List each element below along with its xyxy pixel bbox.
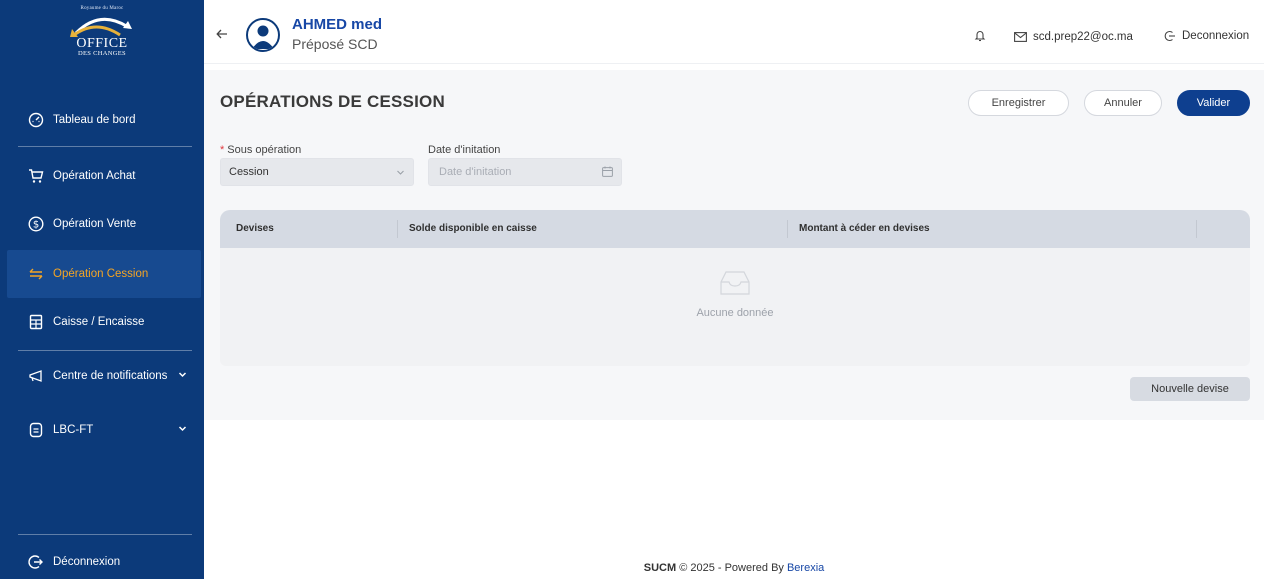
document-icon xyxy=(27,421,45,439)
sidebar-item-label: Opération Cession xyxy=(53,268,149,280)
back-arrow-icon[interactable] xyxy=(216,28,228,43)
logout-icon xyxy=(1164,30,1175,42)
sidebar-item-lbc-ft[interactable]: LBC-FT xyxy=(7,406,201,454)
logo-kingdom-text: Royaume du Maroc xyxy=(80,6,124,11)
sidebar-divider xyxy=(18,350,192,351)
mail-icon xyxy=(1014,32,1027,42)
user-role: Préposé SCD xyxy=(292,36,378,52)
logo-office-text: OFFICE xyxy=(76,36,128,51)
footer-copyright: © 2025 - Powered By xyxy=(679,562,784,574)
top-header: AHMED med Préposé SCD scd.prep22@oc.ma D… xyxy=(204,6,1264,64)
calendar-icon xyxy=(602,166,613,180)
sidebar-item-label: Tableau de bord xyxy=(53,114,136,126)
column-header-montant: Montant à céder en devises xyxy=(799,223,930,234)
user-avatar xyxy=(246,18,280,52)
required-marker: * xyxy=(220,144,225,156)
sidebar-item-operation-vente[interactable]: $ Opération Vente xyxy=(7,200,201,248)
footer-app-name: SUCM xyxy=(643,562,677,574)
sidebar-item-centre-de-notifications[interactable]: Centre de notifications xyxy=(7,352,201,400)
sidebar-item-operation-achat[interactable]: Opération Achat xyxy=(7,152,201,200)
user-email-link[interactable]: scd.prep22@oc.ma xyxy=(1014,31,1133,43)
validate-button[interactable]: Valider xyxy=(1177,90,1250,116)
date-label: Date d'initation xyxy=(428,144,501,156)
sidebar-item-tableau-de-bord[interactable]: Tableau de bord xyxy=(7,96,201,144)
header-logout-label: Deconnexion xyxy=(1182,30,1250,42)
svg-text:$: $ xyxy=(33,220,39,231)
logout-icon xyxy=(27,553,45,571)
user-icon xyxy=(252,25,274,49)
empty-state: Aucune donnée xyxy=(220,270,1250,319)
sidebar-item-label: Caisse / Encaisse xyxy=(53,316,145,328)
save-button[interactable]: Enregistrer xyxy=(968,90,1069,116)
column-separator xyxy=(787,220,788,238)
cancel-button[interactable]: Annuler xyxy=(1084,90,1162,116)
table-header: Devises Solde disponible en caisse Monta… xyxy=(220,210,1250,248)
gauge-icon xyxy=(27,111,45,129)
chevron-down-icon xyxy=(178,370,187,382)
column-header-solde: Solde disponible en caisse xyxy=(409,223,537,234)
logo-changes-text: DES CHANGES xyxy=(78,50,126,57)
sidebar-item-caisse-encaisse[interactable]: Caisse / Encaisse xyxy=(7,298,201,346)
sidebar: Royaume du Maroc OFFICE DES CHANGES Tabl… xyxy=(0,0,204,579)
sidebar-logout-label: Déconnexion xyxy=(53,556,121,568)
footer-brand-link[interactable]: Berexia xyxy=(787,562,824,574)
sidebar-item-label: Opération Vente xyxy=(53,218,137,230)
dollar-icon: $ xyxy=(27,215,45,233)
office-des-changes-logo: Royaume du Maroc OFFICE DES CHANGES xyxy=(0,0,204,82)
sidebar-logout-button[interactable]: Déconnexion xyxy=(7,538,201,579)
empty-state-text: Aucune donnée xyxy=(696,307,774,319)
empty-inbox-icon xyxy=(720,271,750,295)
chevron-down-icon xyxy=(396,168,405,180)
date-placeholder: Date d'initation xyxy=(439,166,512,178)
sidebar-divider xyxy=(18,146,192,147)
sub-operation-select[interactable]: Cession xyxy=(220,158,414,186)
bell-icon[interactable] xyxy=(974,29,986,45)
new-currency-button[interactable]: Nouvelle devise xyxy=(1130,377,1250,401)
sidebar-item-operation-cession[interactable]: Opération Cession xyxy=(7,250,201,298)
column-separator xyxy=(1196,220,1197,238)
sidebar-item-label: Centre de notifications xyxy=(53,370,168,382)
sub-operation-label: * Sous opération xyxy=(220,144,301,156)
column-header-devises: Devises xyxy=(236,223,274,234)
logo-arrows-icon xyxy=(70,17,132,37)
megaphone-icon xyxy=(27,367,45,385)
swap-icon xyxy=(27,265,45,283)
currency-table: Devises Solde disponible en caisse Monta… xyxy=(220,210,1250,366)
sub-operation-value: Cession xyxy=(229,166,269,178)
column-separator xyxy=(397,220,398,238)
page-title: OPÉRATIONS DE CESSION xyxy=(220,92,445,111)
cart-icon xyxy=(27,167,45,185)
sidebar-divider xyxy=(18,534,192,535)
calculator-icon xyxy=(27,313,45,331)
sidebar-item-label: LBC-FT xyxy=(53,424,94,436)
header-logout-button[interactable]: Deconnexion xyxy=(1164,30,1249,42)
chevron-down-icon xyxy=(178,424,187,436)
user-email: scd.prep22@oc.ma xyxy=(1033,31,1133,43)
footer: SUCM © 2025 - Powered By Berexia xyxy=(204,562,1264,574)
user-name: AHMED med xyxy=(292,16,383,33)
main-content: OPÉRATIONS DE CESSION Enregistrer Annule… xyxy=(204,70,1264,420)
sidebar-item-label: Opération Achat xyxy=(53,170,136,182)
sub-operation-label-text: Sous opération xyxy=(227,144,302,156)
date-input[interactable]: Date d'initation xyxy=(428,158,622,186)
